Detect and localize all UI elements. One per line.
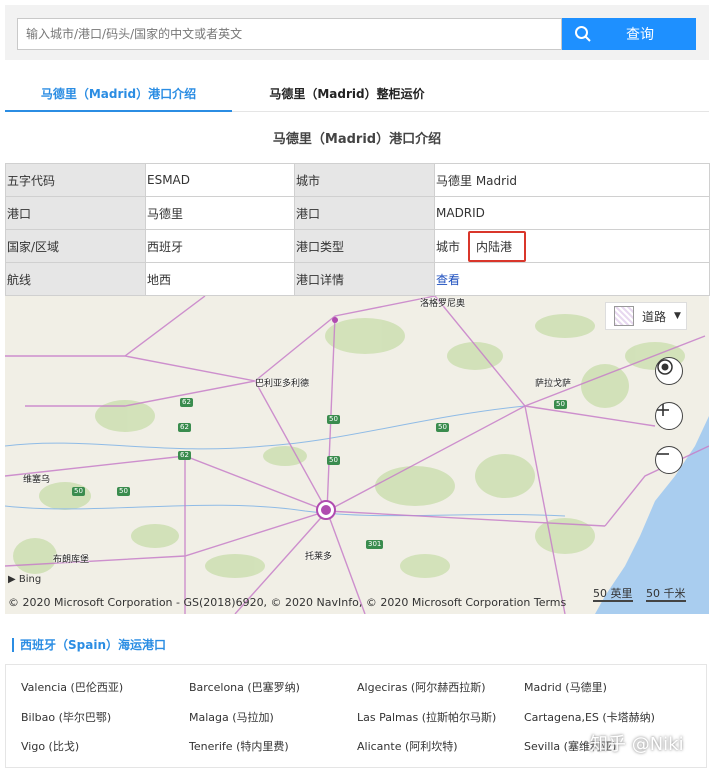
label-port-details: 港口详情	[294, 262, 435, 296]
road-shield: 50	[436, 423, 449, 432]
port-link[interactable]: Bilbao (毕尔巴鄂)	[21, 709, 111, 725]
port-link[interactable]: Malaga (马拉加)	[189, 709, 274, 725]
watermark: 知乎 @Niki	[590, 734, 684, 755]
city-label: 维塞乌	[23, 475, 51, 485]
tab-bar: 马德里（Madrid）港口介绍 马德里（Madrid）整柜运价	[5, 78, 709, 112]
bing-icon: ▶	[8, 574, 16, 585]
map-canvas	[5, 296, 709, 614]
value-port-type: 城市 内陆港	[434, 229, 710, 263]
label-city: 城市	[294, 163, 435, 197]
map-layer-label: 道路	[642, 309, 667, 324]
road-shield: 50	[327, 415, 340, 424]
road-shield: 50	[117, 487, 130, 496]
port-link[interactable]: Algeciras (阿尔赫西拉斯)	[357, 679, 486, 695]
port-type-prefix: 城市	[436, 239, 461, 254]
ports-section-title: 西班牙（Spain）海运港口	[12, 638, 166, 652]
value-port-cn: 马德里	[145, 196, 295, 230]
road-shield: 62	[178, 451, 191, 460]
view-details-link[interactable]: 查看	[436, 273, 460, 287]
label-country: 国家/区域	[5, 229, 146, 263]
road-shield: 62	[180, 398, 193, 407]
value-city: 马德里 Madrid	[434, 163, 710, 197]
road-shield: 50	[554, 400, 567, 409]
label-port-cn: 港口	[5, 196, 146, 230]
port-type-highlight: 内陆港	[468, 230, 527, 262]
value-country: 西班牙	[145, 229, 295, 263]
label-route: 航线	[5, 262, 146, 296]
port-link[interactable]: Las Palmas (拉斯帕尔马斯)	[357, 709, 496, 725]
map-layer-button[interactable]: 道路 ▼	[605, 302, 687, 330]
bing-label: Bing	[18, 574, 42, 585]
scale-miles: 50 英里	[593, 587, 633, 602]
port-link[interactable]: Vigo (比戈)	[21, 738, 79, 754]
road-shield: 50	[72, 487, 85, 496]
port-link[interactable]: Tenerife (特内里费)	[189, 738, 289, 754]
city-label: 巴利亚多利德	[255, 379, 310, 389]
label-port-en: 港口	[294, 196, 435, 230]
city-label: 托莱多	[305, 552, 333, 562]
label-unlocode: 五字代码	[5, 163, 146, 197]
port-info-table: 五字代码 ESMAD 城市 马德里 Madrid 港口 马德里 港口 MADRI…	[5, 163, 710, 296]
road-shield: 62	[178, 423, 191, 432]
zoom-out-button[interactable]	[655, 446, 683, 474]
map-view[interactable]: 洛格罗尼奥 巴利亚多利德 萨拉戈萨 维塞乌 布朗库堡 托莱多 62 62 62 …	[5, 296, 709, 614]
bing-logo: ▶ Bing	[8, 574, 41, 585]
caret-down-icon: ▼	[674, 311, 681, 321]
locate-button[interactable]	[655, 357, 683, 385]
value-route: 地西	[145, 262, 295, 296]
port-link[interactable]: Valencia (巴伦西亚)	[21, 679, 123, 695]
table-row: 五字代码 ESMAD 城市 马德里 Madrid	[5, 163, 710, 197]
table-row: 航线 地西 港口详情 查看	[5, 262, 710, 296]
table-row: 国家/区域 西班牙 港口类型 城市 内陆港	[5, 229, 710, 263]
city-label: 洛格罗尼奥	[420, 299, 466, 309]
table-row: 港口 马德里 港口 MADRID	[5, 196, 710, 230]
tab-fcl-rates[interactable]: 马德里（Madrid）整柜运价	[237, 78, 457, 110]
tab-port-intro[interactable]: 马德里（Madrid）港口介绍	[5, 78, 232, 112]
city-label: 布朗库堡	[53, 555, 90, 565]
road-shield: 301	[366, 540, 384, 549]
port-link[interactable]: Barcelona (巴塞罗纳)	[189, 679, 300, 695]
port-link[interactable]: Madrid (马德里)	[524, 679, 607, 695]
search-button-label: 查询	[626, 27, 654, 43]
search-button[interactable]: 查询	[562, 18, 696, 50]
road-shield: 50	[327, 456, 340, 465]
label-port-type: 港口类型	[294, 229, 435, 263]
search-input[interactable]	[17, 18, 562, 50]
section-title: 马德里（Madrid）港口介绍	[272, 132, 442, 147]
value-unlocode: ESMAD	[145, 163, 295, 197]
port-link[interactable]: Cartagena,ES (卡塔赫纳)	[524, 709, 655, 725]
road-layer-icon	[614, 306, 634, 326]
zoom-in-button[interactable]	[655, 402, 683, 430]
value-port-en: MADRID	[434, 196, 710, 230]
map-copyright: © 2020 Microsoft Corporation - GS(2018)6…	[8, 596, 567, 609]
value-port-details: 查看	[434, 262, 710, 296]
scale-km: 50 千米	[646, 587, 686, 602]
port-link[interactable]: Alicante (阿利坎特)	[357, 738, 458, 754]
city-label: 萨拉戈萨	[535, 379, 572, 389]
search-icon	[574, 25, 592, 43]
